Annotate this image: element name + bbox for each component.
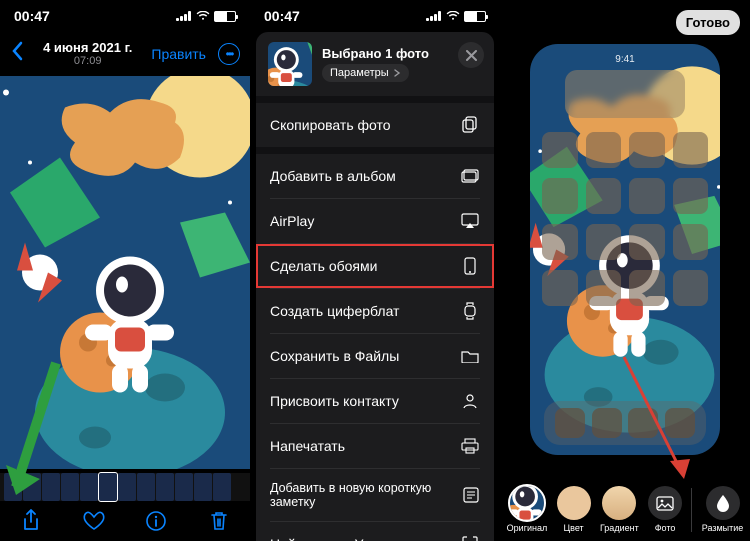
action-label: Сделать обоями: [270, 258, 377, 274]
mode-blur[interactable]: Размытие: [702, 486, 744, 533]
phone-icon: [460, 256, 480, 276]
mode-label: Цвет: [564, 523, 584, 533]
wifi-icon: [446, 11, 460, 21]
photo-content[interactable]: [0, 76, 250, 469]
action-print[interactable]: Напечатать: [256, 424, 494, 468]
note-icon: [462, 485, 480, 505]
action-create-watchface[interactable]: Создать циферблат: [256, 289, 494, 333]
preview-status-time: 9:41: [530, 54, 720, 65]
mode-original[interactable]: Оригинал: [507, 486, 548, 533]
album-icon: [460, 166, 480, 186]
signal-icon: [426, 11, 442, 21]
edit-button[interactable]: Править: [151, 46, 206, 62]
share-options-button[interactable]: Параметры: [322, 64, 409, 82]
print-icon: [460, 436, 480, 456]
more-button[interactable]: •••: [218, 43, 240, 65]
action-label: Добавить в альбом: [270, 168, 396, 184]
blur-icon: [706, 486, 740, 520]
action-label: Напечатать: [270, 438, 345, 454]
mode-gradient[interactable]: Градиент: [600, 486, 639, 533]
wallpaper-mode-bar: Оригинал Цвет Градиент Фото Размытие: [500, 486, 750, 533]
viewfinder-icon: [460, 534, 480, 541]
share-sheet-screen: 00:47 Выбрано 1 фото Параметры: [250, 0, 500, 541]
photo-icon: [648, 486, 682, 520]
status-time: 00:47: [264, 8, 300, 24]
mode-label: Оригинал: [507, 523, 548, 533]
signal-icon: [176, 11, 192, 21]
mode-label: Градиент: [600, 523, 639, 533]
mode-color[interactable]: Цвет: [557, 486, 591, 533]
delete-button[interactable]: [207, 509, 231, 533]
homescreen-preview[interactable]: 9:41: [530, 44, 720, 455]
action-label: Скопировать фото: [270, 117, 391, 133]
photo-header: 4 июня 2021 г. 07:09 Править •••: [0, 32, 250, 76]
photo-toolbar: [0, 501, 250, 541]
copy-icon: [460, 115, 480, 135]
watch-icon: [460, 301, 480, 321]
action-airplay[interactable]: AirPlay: [256, 199, 494, 243]
status-indicators: [426, 11, 486, 22]
action-label: Сохранить в Файлы: [270, 348, 399, 364]
separator: [691, 488, 692, 532]
action-label: AirPlay: [270, 213, 314, 229]
chevron-right-icon: [393, 69, 401, 77]
action-copy-photo[interactable]: Скопировать фото: [256, 103, 494, 147]
action-label: Присвоить контакту: [270, 393, 399, 409]
gradient-swatch-icon: [602, 486, 636, 520]
action-save-to-files[interactable]: Сохранить в Файлы: [256, 334, 494, 378]
widget-placeholder: [565, 70, 685, 118]
color-swatch-icon: [557, 486, 591, 520]
action-set-wallpaper[interactable]: Сделать обоями: [256, 244, 494, 288]
action-label: Найти через Умную камеру: [270, 536, 448, 541]
status-bar: 00:47: [250, 0, 500, 32]
done-button[interactable]: Готово: [676, 10, 740, 35]
close-button[interactable]: [458, 42, 484, 68]
status-time: 00:47: [14, 8, 50, 24]
share-actions-list: Скопировать фото Добавить в альбом AirPl…: [256, 96, 494, 541]
share-sheet-header: Выбрано 1 фото Параметры: [256, 32, 494, 96]
wifi-icon: [196, 11, 210, 21]
photo-time: 07:09: [43, 55, 132, 68]
share-sheet: Выбрано 1 фото Параметры Скопировать фот…: [256, 32, 494, 541]
action-visual-lookup[interactable]: Найти через Умную камеру: [256, 522, 494, 541]
folder-icon: [460, 346, 480, 366]
action-assign-contact[interactable]: Присвоить контакту: [256, 379, 494, 423]
info-button[interactable]: [144, 509, 168, 533]
airplay-icon: [460, 211, 480, 231]
status-indicators: [176, 11, 236, 22]
battery-icon: [464, 11, 486, 22]
share-sheet-title: Выбрано 1 фото: [322, 46, 429, 61]
share-thumbnail: [268, 42, 312, 86]
photo-date: 4 июня 2021 г.: [43, 40, 132, 56]
close-icon: [466, 50, 477, 61]
contact-icon: [460, 391, 480, 411]
action-add-to-album[interactable]: Добавить в альбом: [256, 154, 494, 198]
thumbnail-strip[interactable]: [0, 473, 250, 501]
favorite-button[interactable]: [82, 509, 106, 533]
mode-label: Фото: [655, 523, 676, 533]
action-add-quick-note[interactable]: Добавить в новую короткую заметку: [256, 469, 494, 521]
thumbnail-icon: [510, 486, 544, 520]
action-label: Добавить в новую короткую заметку: [270, 481, 462, 509]
dock: [544, 401, 706, 445]
back-button[interactable]: [10, 40, 24, 68]
photo-date-title: 4 июня 2021 г. 07:09: [43, 40, 132, 69]
mode-photo[interactable]: Фото: [648, 486, 682, 533]
battery-icon: [214, 11, 236, 22]
action-label: Создать циферблат: [270, 303, 399, 319]
share-button[interactable]: [19, 509, 43, 533]
mode-label: Размытие: [702, 523, 744, 533]
status-bar: 00:47: [0, 0, 250, 32]
wallpaper-editor-screen: Готово 9:41 Оригинал Цвет Градиент: [500, 0, 750, 541]
icon-grid: [542, 132, 708, 391]
photos-viewer-screen: 00:47 4 июня 2021 г. 07:09 Править •••: [0, 0, 250, 541]
